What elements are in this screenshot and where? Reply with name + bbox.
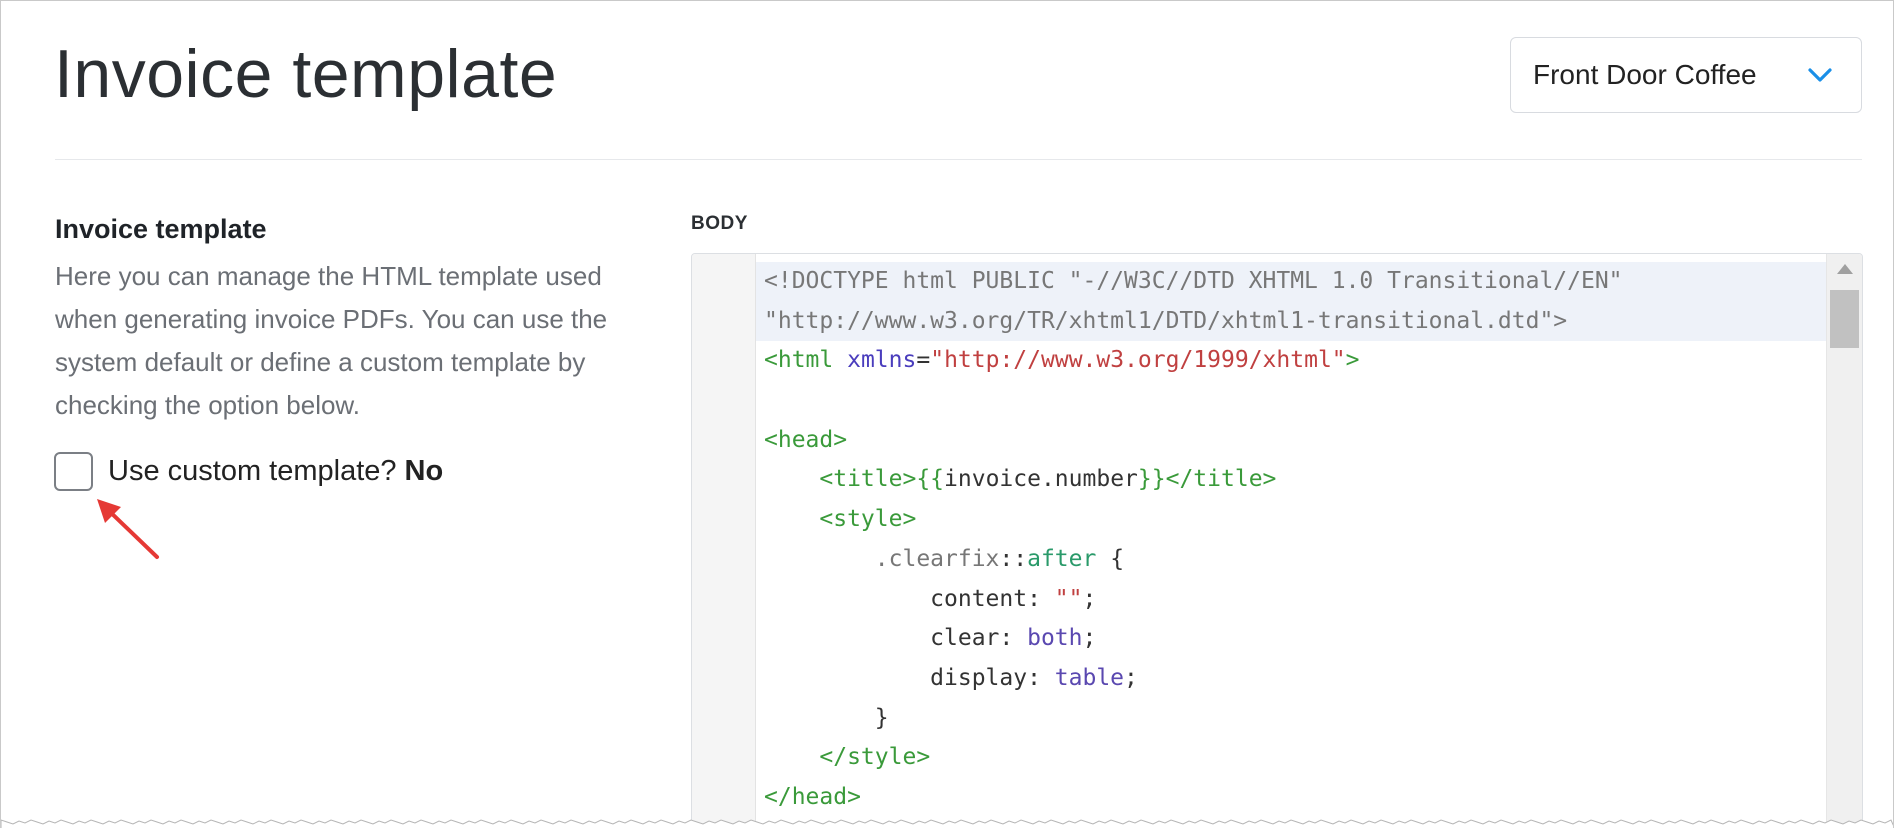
code-token: :: (999, 545, 1028, 572)
custom-template-checkbox[interactable] (54, 452, 93, 491)
custom-template-option: Use custom template? No (54, 452, 443, 491)
entity-select[interactable]: Front Door Coffee (1510, 37, 1862, 113)
code-line[interactable] (756, 381, 1826, 421)
code-line[interactable]: .clearfix::after { (756, 540, 1826, 580)
code-area[interactable]: <!DOCTYPE html PUBLIC "-//W3C//DTD XHTML… (756, 262, 1826, 818)
scroll-up-icon[interactable] (1837, 264, 1853, 274)
section-title: Invoice template (55, 214, 267, 244)
code-token: } (764, 704, 889, 731)
code-token: invoice.number (944, 466, 1138, 493)
code-token: after (1027, 545, 1097, 572)
app-window: Invoice template Front Door Coffee Invoi… (0, 0, 1894, 828)
code-token: </head> (764, 783, 861, 810)
code-token: .clearfix (874, 545, 1000, 572)
scrollbar-thumb[interactable] (1830, 290, 1859, 348)
editor-label: BODY (691, 213, 748, 234)
code-token: <!DOCTYPE html PUBLIC "-//W3C//DTD XHTML… (764, 268, 1623, 294)
code-line[interactable]: display: table; (756, 659, 1826, 699)
code-line[interactable]: content: ""; (756, 580, 1826, 620)
section-description: Here you can manage the HTML template us… (55, 261, 608, 420)
code-token: <style> (819, 506, 917, 533)
code-token: <title> (819, 466, 917, 493)
code-token: "http://www.w3.org/1999/xhtml" (930, 347, 1346, 374)
code-token: <head> (764, 426, 848, 453)
code-token: "http://www.w3.org/TR/xhtml1/DTD/xhtml1-… (764, 307, 1568, 334)
code-token: ; (1082, 585, 1097, 612)
code-line[interactable]: <title>{{invoice.number}}</title> (756, 460, 1826, 500)
code-token: {{ (916, 466, 945, 493)
editor-gutter (692, 254, 756, 828)
custom-template-label[interactable]: Use custom template? (108, 455, 397, 488)
editor-scrollbar[interactable] (1826, 254, 1862, 828)
code-token: = (916, 347, 931, 374)
code-token: ; (1082, 625, 1097, 652)
page-title: Invoice template (54, 36, 558, 112)
code-token: </title> (1165, 466, 1277, 493)
code-token: table (1054, 664, 1125, 691)
code-token: ; (1124, 664, 1138, 691)
code-editor[interactable]: <!DOCTYPE html PUBLIC "-//W3C//DTD XHTML… (691, 253, 1863, 828)
red-arrow-icon (97, 499, 159, 559)
entity-select-value: Front Door Coffee (1533, 59, 1757, 90)
code-line[interactable]: <!DOCTYPE html PUBLIC "-//W3C//DTD XHTML… (756, 262, 1826, 302)
custom-template-state: No (404, 455, 444, 487)
code-line[interactable]: <head> (756, 421, 1826, 461)
code-line[interactable]: </head> (756, 778, 1826, 818)
code-token: </style> (819, 744, 931, 771)
code-line[interactable]: "http://www.w3.org/TR/xhtml1/DTD/xhtml1-… (756, 301, 1826, 342)
code-line[interactable]: </style> (756, 738, 1826, 778)
code-line[interactable]: <html xmlns="http://www.w3.org/1999/xhtm… (756, 341, 1826, 381)
code-token: { (1096, 545, 1125, 572)
chevron-down-icon (1808, 68, 1832, 82)
code-token: clear: (764, 625, 1028, 652)
code-token: }} (1137, 466, 1166, 493)
torn-edge (1, 819, 1893, 828)
code-token: <html (764, 347, 834, 374)
code-line[interactable]: <style> (756, 500, 1826, 540)
code-line[interactable]: } (756, 699, 1826, 739)
code-token: both (1027, 625, 1083, 652)
code-token: > (1345, 347, 1360, 374)
header-divider (55, 159, 1862, 160)
code-line[interactable]: clear: both; (756, 619, 1826, 659)
code-token: content: (764, 585, 1055, 612)
code-token: "" (1054, 585, 1083, 612)
code-token: display: (764, 664, 1055, 691)
code-token: xmlns (847, 347, 917, 374)
